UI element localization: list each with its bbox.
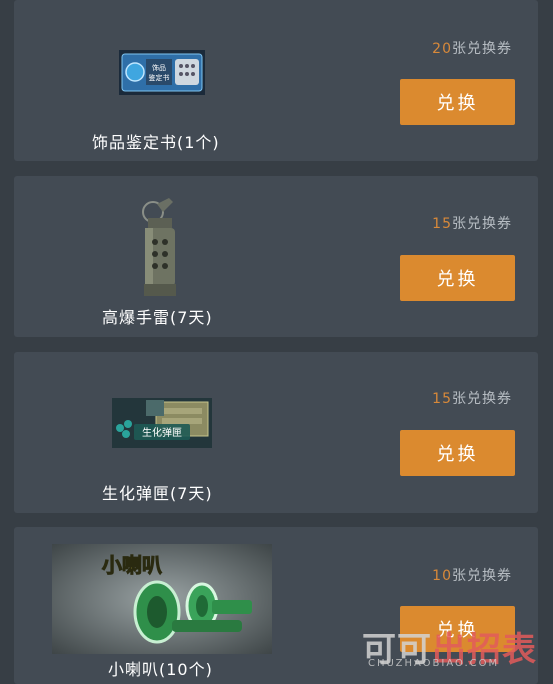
speaker-image: 小喇叭 [52,544,272,654]
bio-magazine-image: 生化弹匣 [112,398,212,448]
svg-text:饰品: 饰品 [152,63,166,72]
cost-suffix: 张兑换券 [452,41,512,57]
item-card: 饰品 鉴定书 饰品鉴定书(1个) 20张兑换券 兑换 [14,0,538,161]
item-cost: 15张兑换券 [432,388,512,408]
redeem-button[interactable]: 兑换 [400,79,515,125]
watermark-url: CHUZHAOBIAO.COM [368,658,500,669]
item-card: 生化弹匣 生化弹匣(7天) 15张兑换券 兑换 [14,352,538,513]
svg-text:生化弹匣: 生化弹匣 [142,426,182,439]
item-cost: 15张兑换券 [432,213,512,233]
cost-suffix: 张兑换券 [452,391,512,407]
redeem-button[interactable]: 兑换 [400,430,515,476]
item-cost: 10张兑换券 [432,565,512,585]
item-card: 高爆手雷(7天) 15张兑换券 兑换 [14,176,538,337]
appraisal-book-image: 饰品 鉴定书 [119,50,205,95]
cost-suffix: 张兑换券 [452,568,512,584]
item-name: 高爆手雷(7天) [102,308,213,327]
item-name: 生化弹匣(7天) [102,484,213,503]
cost-number: 15 [432,391,452,407]
cost-number: 15 [432,216,452,232]
svg-text:小喇叭: 小喇叭 [102,553,162,577]
redeem-button[interactable]: 兑换 [400,255,515,301]
item-cost: 20张兑换券 [432,38,512,58]
svg-text:鉴定书: 鉴定书 [149,73,170,82]
cost-number: 20 [432,41,452,57]
cost-suffix: 张兑换券 [452,216,512,232]
item-name: 小喇叭(10个) [108,660,213,679]
item-name: 饰品鉴定书(1个) [92,133,220,152]
cost-number: 10 [432,568,452,584]
grenade-image [135,198,185,298]
